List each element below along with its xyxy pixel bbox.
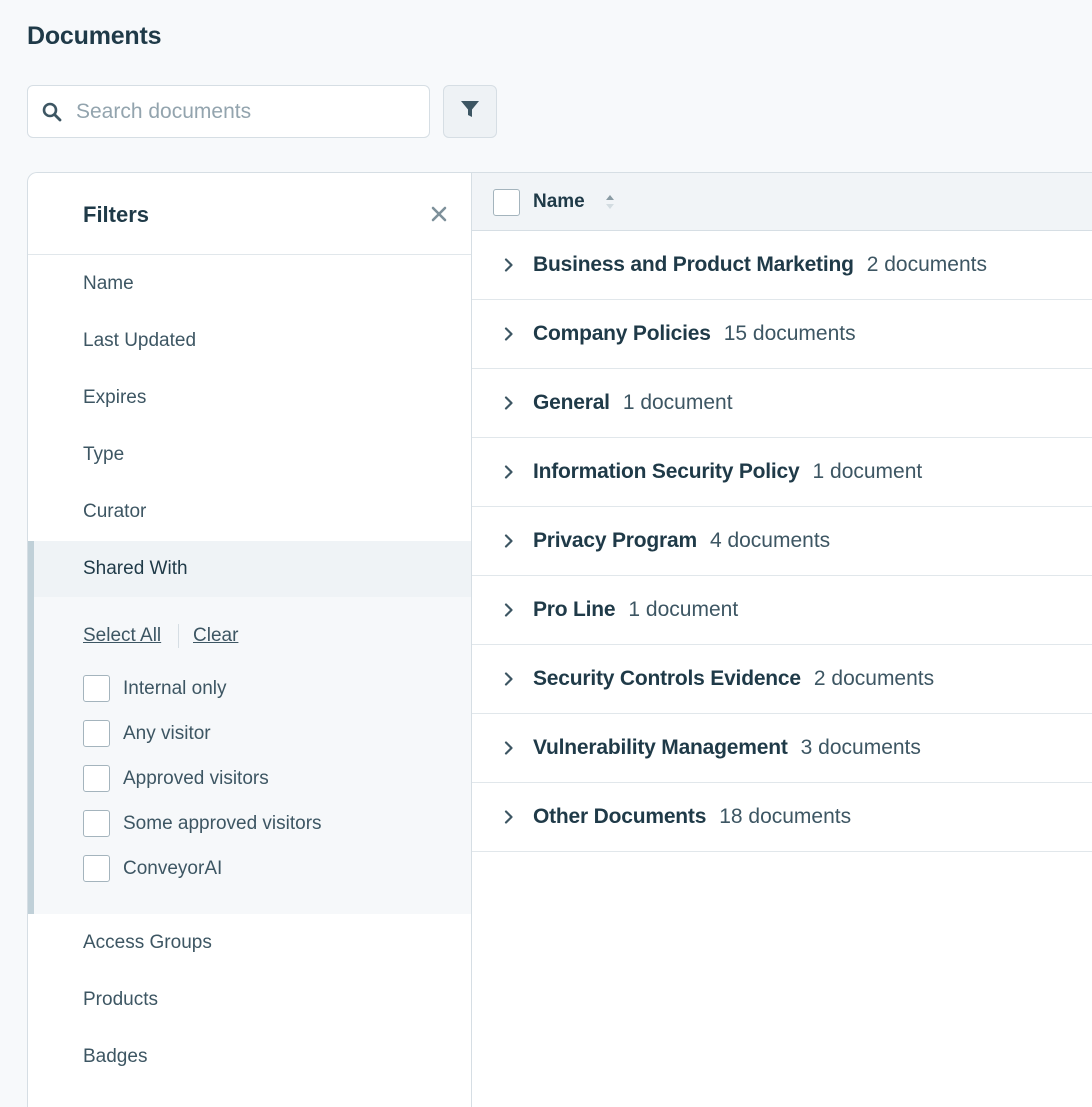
checkbox[interactable] [83, 720, 110, 747]
link-separator [178, 624, 179, 648]
filter-type[interactable]: Type [83, 444, 124, 466]
documents-table: Name Business and Product Marketing 2 do… [472, 173, 1092, 1107]
option-some-approved-visitors[interactable]: Some approved visitors [83, 810, 322, 837]
chevron-right-icon[interactable] [502, 258, 516, 272]
filter-expires[interactable]: Expires [83, 387, 146, 409]
close-icon[interactable] [431, 206, 447, 222]
option-conveyorai[interactable]: ConveyorAI [83, 855, 222, 882]
table-row[interactable]: Security Controls Evidence 2 documents [472, 645, 1092, 714]
document-count: 15 documents [723, 322, 856, 345]
table-row[interactable]: Information Security Policy 1 document [472, 438, 1092, 507]
table-row[interactable]: General 1 document [472, 369, 1092, 438]
chevron-right-icon[interactable] [502, 396, 516, 410]
filters-header: Filters [28, 173, 471, 255]
filter-last-updated[interactable]: Last Updated [83, 330, 196, 352]
sort-icon[interactable] [605, 194, 615, 210]
funnel-icon [460, 99, 480, 124]
table-row[interactable]: Business and Product Marketing 2 documen… [472, 231, 1092, 300]
checkbox[interactable] [83, 855, 110, 882]
filter-shared-with[interactable]: Shared With [34, 541, 471, 597]
checkbox[interactable] [83, 675, 110, 702]
document-count: 3 documents [800, 736, 921, 759]
folder-name[interactable]: Other Documents [533, 805, 706, 829]
folder-name[interactable]: Pro Line [533, 598, 616, 622]
search-input[interactable] [76, 99, 406, 124]
documents-panel: Filters Name Last Updated Expires Type C… [27, 172, 1092, 1107]
document-count: 4 documents [709, 529, 831, 552]
option-any-visitor[interactable]: Any visitor [83, 720, 211, 747]
table-row[interactable]: Other Documents 18 documents [472, 783, 1092, 852]
folder-name[interactable]: Security Controls Evidence [533, 667, 801, 691]
option-internal-only[interactable]: Internal only [83, 675, 227, 702]
chevron-right-icon[interactable] [502, 810, 516, 824]
page-title: Documents [27, 22, 162, 50]
folder-name[interactable]: Business and Product Marketing [533, 253, 854, 277]
chevron-right-icon[interactable] [502, 534, 516, 548]
table-row[interactable]: Privacy Program 4 documents [472, 507, 1092, 576]
table-row[interactable]: Company Policies 15 documents [472, 300, 1092, 369]
select-all-link[interactable]: Select All [83, 625, 161, 647]
document-count: 2 documents [866, 253, 987, 276]
folder-name[interactable]: General [533, 391, 610, 415]
chevron-right-icon[interactable] [502, 741, 516, 755]
document-count: 18 documents [719, 805, 852, 828]
name-column-header[interactable]: Name [533, 191, 585, 213]
document-count: 1 document [628, 598, 739, 621]
filter-badges[interactable]: Badges [83, 1046, 147, 1068]
chevron-right-icon[interactable] [502, 603, 516, 617]
filter-products[interactable]: Products [83, 989, 158, 1011]
chevron-right-icon[interactable] [502, 327, 516, 341]
filters-title: Filters [83, 202, 150, 227]
search-icon [42, 102, 62, 122]
option-label: Some approved visitors [123, 812, 322, 834]
option-approved-visitors[interactable]: Approved visitors [83, 765, 269, 792]
filter-access-groups[interactable]: Access Groups [83, 932, 212, 954]
filter-shared-with-section: Shared With Select All Clear Internal on… [28, 541, 471, 914]
select-all-checkbox[interactable] [493, 189, 520, 216]
folder-name[interactable]: Vulnerability Management [533, 736, 788, 760]
option-label: Any visitor [123, 722, 211, 744]
folder-name[interactable]: Information Security Policy [533, 460, 800, 484]
filter-shared-with-label: Shared With [83, 558, 188, 579]
search-box[interactable] [27, 85, 430, 138]
clear-link[interactable]: Clear [193, 625, 238, 647]
table-row[interactable]: Pro Line 1 document [472, 576, 1092, 645]
chevron-right-icon[interactable] [502, 465, 516, 479]
filter-curator[interactable]: Curator [83, 501, 146, 523]
table-header: Name [472, 173, 1092, 231]
option-label: Internal only [123, 677, 227, 699]
filter-toggle-button[interactable] [443, 85, 497, 138]
checkbox[interactable] [83, 765, 110, 792]
folder-name[interactable]: Company Policies [533, 322, 711, 346]
document-count: 1 document [622, 391, 733, 414]
table-row[interactable]: Vulnerability Management 3 documents [472, 714, 1092, 783]
chevron-right-icon[interactable] [502, 672, 516, 686]
document-count: 1 document [812, 460, 923, 483]
checkbox[interactable] [83, 810, 110, 837]
option-label: ConveyorAI [123, 857, 223, 879]
document-count: 2 documents [813, 667, 935, 690]
folder-name[interactable]: Privacy Program [533, 529, 697, 553]
filters-sidebar: Filters Name Last Updated Expires Type C… [28, 173, 472, 1107]
filter-name[interactable]: Name [83, 273, 134, 295]
option-label: Approved visitors [123, 767, 269, 789]
